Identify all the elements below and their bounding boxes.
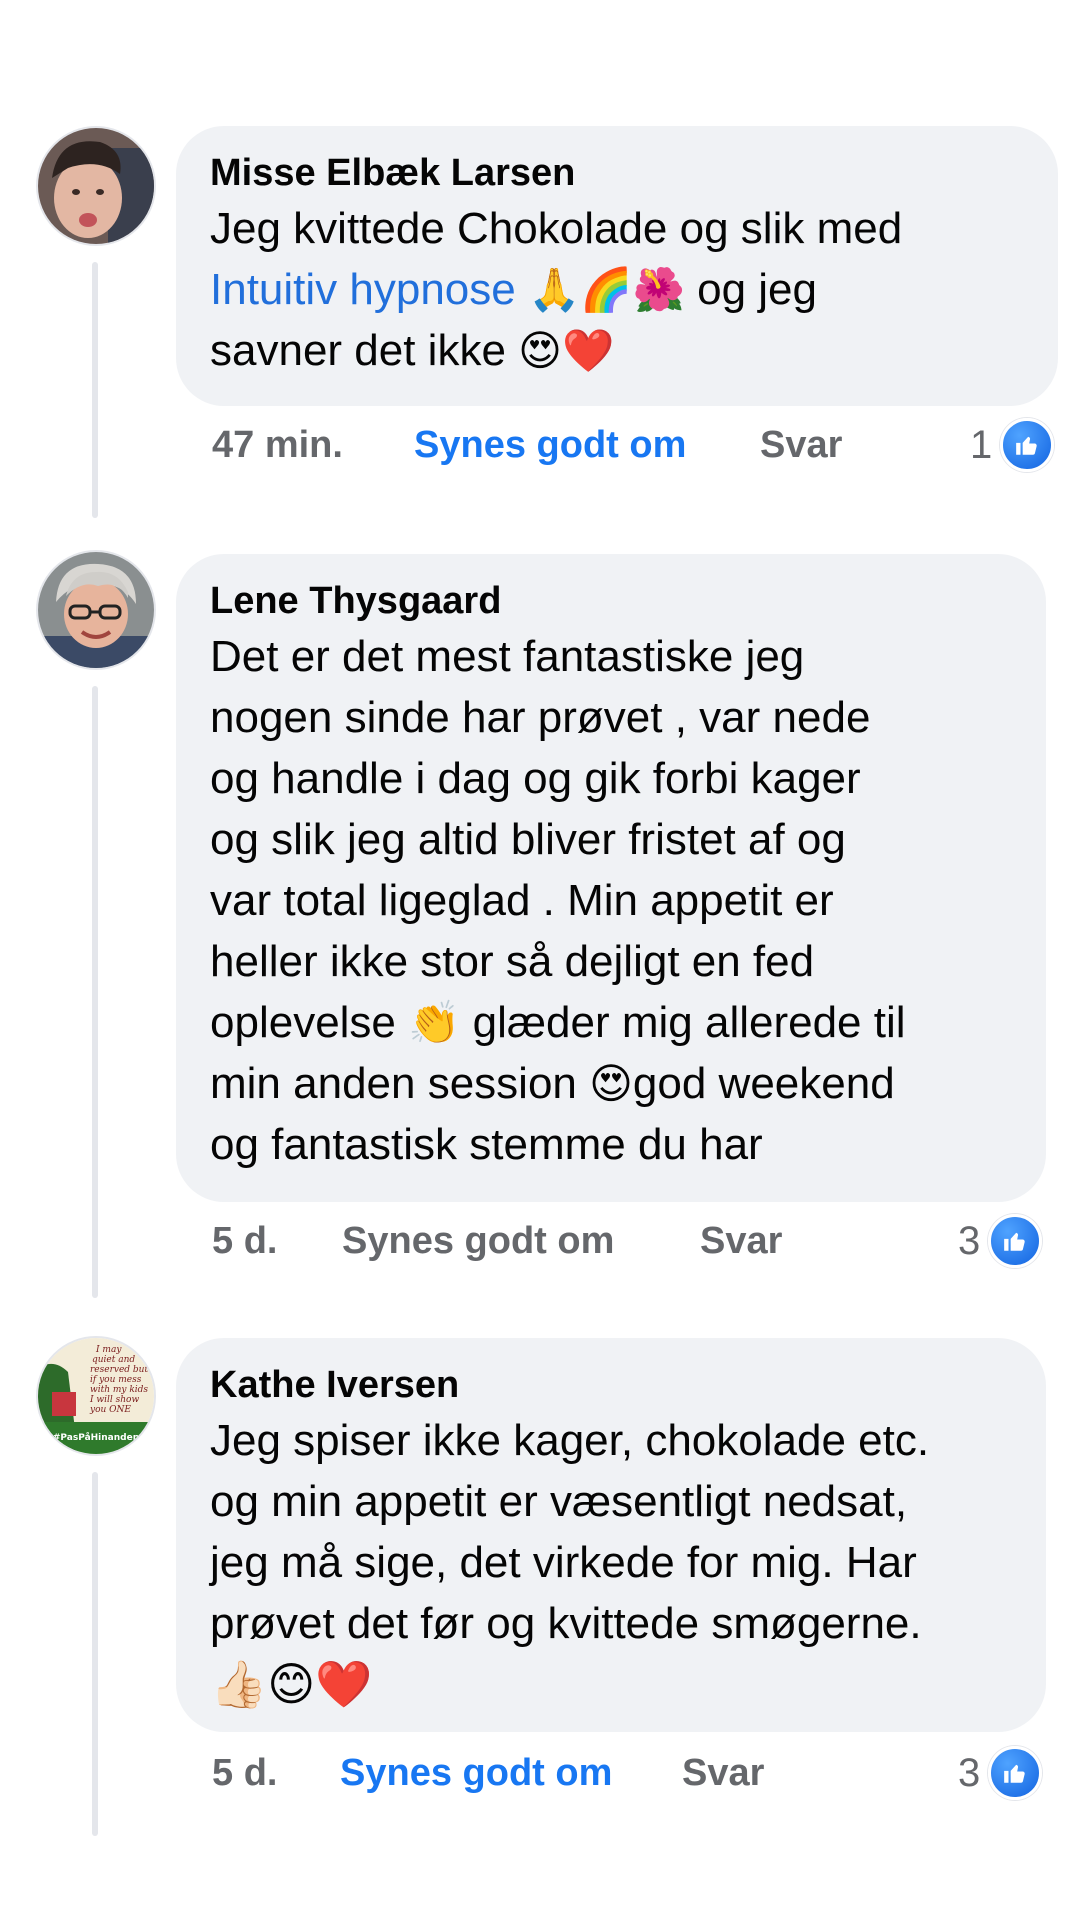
comment-actions: 5 d. Synes godt om Svar xyxy=(212,1220,1012,1270)
thread-line xyxy=(92,262,98,518)
avatar-text: I will show xyxy=(89,1395,139,1405)
avatar[interactable] xyxy=(36,550,156,670)
clapping-emoji: 👏 xyxy=(408,998,461,1047)
avatar-text: reserved but xyxy=(90,1365,148,1375)
comment-line: savner det ikke 😍❤️ xyxy=(210,320,1024,381)
comment-timestamp[interactable]: 47 min. xyxy=(212,424,343,467)
comment-line: 👍🏻😊❤️ xyxy=(210,1657,373,1711)
comment-bubble[interactable]: Lene Thysgaard Det er det mest fantastis… xyxy=(176,554,1046,1202)
like-button[interactable]: Synes godt om xyxy=(340,1752,612,1795)
avatar-badge-text: #PasPåHinanden xyxy=(53,1432,139,1443)
prayer-rainbow-flower-emojis: 🙏🌈🌺 xyxy=(527,265,685,314)
thumbs-up-icon xyxy=(1000,418,1055,472)
reaction-summary[interactable]: 1 xyxy=(970,418,1055,472)
comment-text: Jeg kvittede Chokolade og slik med Intui… xyxy=(210,198,1024,381)
thumbs-up-icon xyxy=(988,1214,1043,1268)
reaction-summary[interactable]: 3 xyxy=(958,1214,1043,1268)
avatar-photo xyxy=(38,128,154,244)
comment-line: nogen sinde har prøvet , var nede xyxy=(210,693,871,742)
comment-line: Jeg spiser ikke kager, chokolade etc. xyxy=(210,1416,930,1465)
comment-line: og min appetit er væsentligt nedsat, xyxy=(210,1477,908,1526)
avatar-text: with my kids xyxy=(90,1385,148,1395)
comment-text-fragment: oplevelse xyxy=(210,998,409,1047)
comment-author[interactable]: Misse Elbæk Larsen xyxy=(210,148,1024,198)
comment-line: og fantastisk stemme du har xyxy=(210,1120,763,1169)
avatar-text: if you mess xyxy=(90,1375,142,1385)
like-button[interactable]: Synes godt om xyxy=(342,1220,614,1263)
comment-actions: 5 d. Synes godt om Svar xyxy=(212,1752,1012,1802)
avatar-text: quiet and xyxy=(92,1355,135,1365)
comment-line: var total ligeglad . Min appetit er xyxy=(210,876,834,925)
comment-actions: 47 min. Synes godt om Svar xyxy=(212,424,1012,474)
comment-line: og handle i dag og gik forbi kager xyxy=(210,754,861,803)
comment-line: oplevelse 👏 glæder mig allerede til xyxy=(210,992,1012,1053)
comment-line: prøvet det før og kvittede smøgerne. xyxy=(210,1599,922,1648)
reaction-count: 1 xyxy=(970,422,993,467)
comment-text-fragment: savner det ikke xyxy=(210,326,519,375)
avatar-photo xyxy=(38,552,154,668)
comment-bubble[interactable]: Kathe Iversen Jeg spiser ikke kager, cho… xyxy=(176,1338,1046,1732)
thread-line xyxy=(92,1472,98,1836)
avatar-photo: I may quiet and reserved but if you mess… xyxy=(38,1338,154,1454)
reply-button[interactable]: Svar xyxy=(682,1752,764,1795)
reply-button[interactable]: Svar xyxy=(760,424,842,467)
comment-text-fragment: og jeg xyxy=(684,265,817,314)
comment-line: Jeg kvittede Chokolade og slik med xyxy=(210,204,903,253)
comment-author[interactable]: Kathe Iversen xyxy=(210,1360,1012,1410)
comment-line: og slik jeg altid bliver fristet af og xyxy=(210,815,846,864)
comment-timestamp[interactable]: 5 d. xyxy=(212,1220,277,1263)
avatar[interactable]: I may quiet and reserved but if you mess… xyxy=(36,1336,156,1456)
heart-eyes-emoji: 😍 xyxy=(589,1059,633,1108)
comment-text-fragment: god weekend xyxy=(632,1059,895,1108)
comment-line: jeg må sige, det virkede for mig. Har xyxy=(210,1538,917,1587)
reaction-summary[interactable]: 3 xyxy=(958,1746,1043,1800)
reaction-count: 3 xyxy=(958,1218,981,1263)
reply-button[interactable]: Svar xyxy=(700,1220,782,1263)
avatar-text: you ONE xyxy=(89,1405,131,1415)
comment-timestamp[interactable]: 5 d. xyxy=(212,1752,277,1795)
comment-line: Det er det mest fantastiske jeg xyxy=(210,632,805,681)
comment-text-fragment: glæder mig allerede til xyxy=(460,998,906,1047)
avatar[interactable] xyxy=(36,126,156,246)
comment-bubble[interactable]: Misse Elbæk Larsen Jeg kvittede Chokolad… xyxy=(176,126,1058,406)
comment-author[interactable]: Lene Thysgaard xyxy=(210,576,1012,626)
comment-line: min anden session 😍god weekend xyxy=(210,1053,1012,1114)
thumbs-up-icon xyxy=(988,1746,1043,1800)
heart-eyes-heart-emojis: 😍❤️ xyxy=(518,326,615,375)
comment-text: Jeg spiser ikke kager, chokolade etc. og… xyxy=(210,1410,1012,1715)
comment-line: heller ikke stor så dejligt en fed xyxy=(210,937,815,986)
comment-text-fragment: min anden session xyxy=(210,1059,590,1108)
hypnosis-link[interactable]: Intuitiv hypnose xyxy=(210,265,516,314)
comment-text: Det er det mest fantastiske jeg nogen si… xyxy=(210,626,1012,1175)
reaction-count: 3 xyxy=(958,1750,981,1795)
thread-line xyxy=(92,686,98,1298)
comment-line: Intuitiv hypnose 🙏🌈🌺 og jeg xyxy=(210,259,1024,320)
avatar-text: I may xyxy=(95,1345,122,1355)
like-button[interactable]: Synes godt om xyxy=(414,424,686,467)
